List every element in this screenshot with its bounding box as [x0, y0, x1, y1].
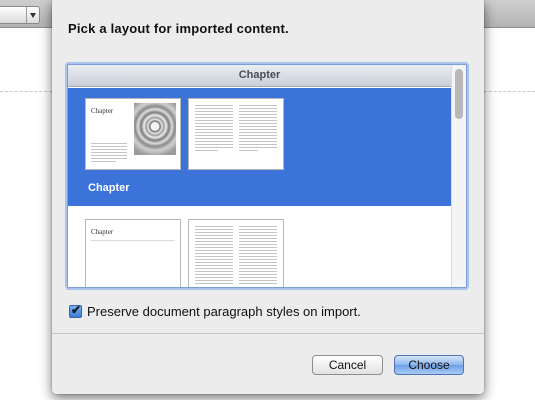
chevron-down-icon	[30, 13, 36, 18]
scrollbar-thumb[interactable]	[455, 69, 463, 119]
list-scrollbar[interactable]	[451, 65, 466, 287]
preserve-styles-label[interactable]: Preserve document paragraph styles on im…	[87, 304, 361, 319]
thumbnail-column-right	[239, 105, 277, 153]
toolbar-popup-button[interactable]	[0, 6, 40, 24]
group-header: Chapter	[68, 65, 451, 87]
layout-option-label: Chapter	[88, 182, 130, 194]
layout-list[interactable]: Chapter Chapter Chapter Chapter	[67, 64, 467, 288]
preserve-styles-option[interactable]: ✔ Preserve document paragraph styles on …	[69, 303, 361, 319]
layout-picker-sheet: Pick a layout for imported content. Chap…	[52, 0, 484, 394]
layout-thumbnail-body-page-alt	[189, 220, 283, 287]
thumbnail-text-lines	[91, 143, 127, 164]
popup-divider	[26, 7, 27, 23]
layout-thumbnail-title-page: Chapter	[86, 99, 180, 169]
sheet-title: Pick a layout for imported content.	[68, 21, 289, 36]
thumbnail-rule	[91, 240, 175, 243]
margin-guide-right	[484, 91, 535, 92]
thumbnail-column-left	[195, 105, 233, 153]
choose-button[interactable]: Choose	[394, 355, 464, 375]
flower-image	[134, 103, 176, 155]
thumbnail-heading: Chapter	[91, 228, 114, 236]
thumbnail-heading: Chapter	[91, 107, 114, 115]
cancel-button[interactable]: Cancel	[312, 355, 383, 375]
layout-option-chapter-alt[interactable]: Chapter	[68, 206, 451, 287]
preserve-styles-checkbox[interactable]: ✔	[69, 302, 82, 318]
margin-guide-left	[0, 91, 52, 92]
thumbnail-column-right	[239, 226, 277, 286]
thumbnail-column-left	[195, 226, 233, 286]
layout-option-chapter[interactable]: Chapter Chapter	[68, 88, 451, 206]
layout-thumbnail-body-page	[189, 99, 283, 169]
divider	[52, 333, 484, 334]
layout-thumbnail-title-page-alt: Chapter	[86, 220, 180, 287]
checkmark-icon: ✔	[71, 302, 82, 317]
